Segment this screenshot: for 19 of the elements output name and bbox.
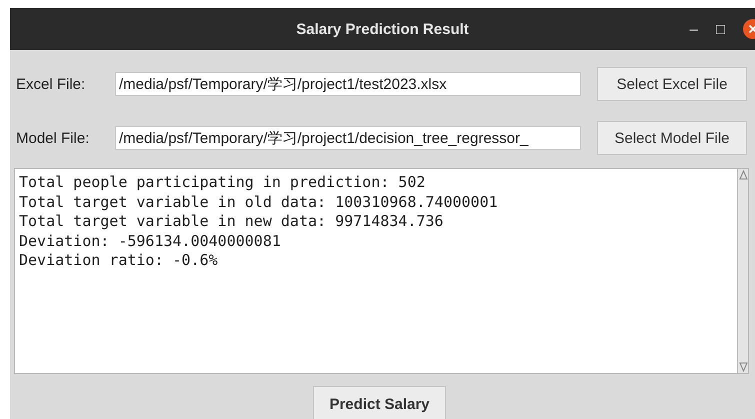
predict-salary-button[interactable]: Predict Salary (313, 386, 446, 419)
path-field[interactable]: /media/psf/Temporary/学习/project1/decision_tree_regressor_ (115, 126, 581, 150)
output-line: Deviation ratio: -0.6% (19, 251, 219, 270)
scroll-up-icon[interactable] (738, 169, 748, 181)
scrollbar[interactable] (737, 169, 748, 373)
field-label: Excel File: (15, 76, 86, 92)
output-line: Total people participating in prediction: 502 (19, 173, 426, 192)
output-line: Deviation: -596134.0040000081 (19, 232, 282, 251)
minimize-button[interactable]: – (690, 20, 698, 38)
field-label: Model File: (15, 130, 90, 146)
select-file-button[interactable]: Select Model File (597, 121, 747, 155)
path-field[interactable]: /media/psf/Temporary/学习/project1/test2023.xlsx (115, 72, 581, 96)
output-line: Total target variable in old data: 100310968.74000001 (19, 192, 499, 212)
select-file-button[interactable]: Select Excel File (597, 67, 747, 101)
output-text-area[interactable]: Total people participating in prediction: 502 Total target variable in old data: 100310968.74000001 Total target variable in new data: 99714834.736 Deviation: -596134.0040000081 Deviation ratio: -0.6% (14, 168, 749, 374)
output-line: Total target variable in new data: 99714834.736 (19, 212, 444, 232)
scroll-down-icon[interactable] (738, 361, 748, 373)
maximize-button[interactable]: □ (716, 20, 725, 38)
window-title: Salary Prediction Result (296, 20, 469, 38)
